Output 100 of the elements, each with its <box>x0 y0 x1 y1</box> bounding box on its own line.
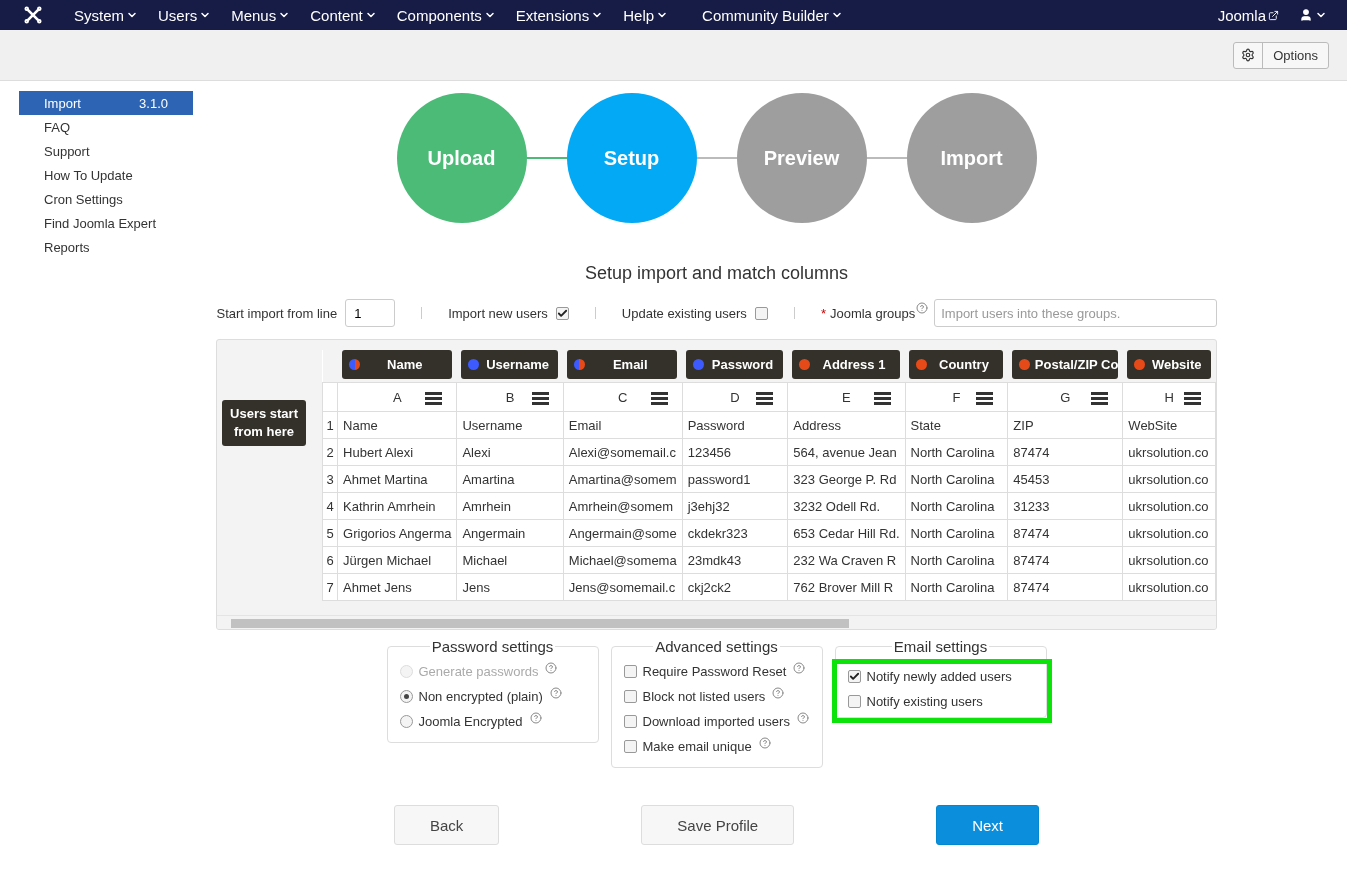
help-icon[interactable] <box>549 687 562 699</box>
action-button[interactable]: Back <box>394 805 500 845</box>
checkbox[interactable] <box>754 306 768 320</box>
section-heading: Setup import and match columns <box>584 263 849 284</box>
nav-menu[interactable]: Extensions <box>505 6 614 24</box>
nav-menu[interactable]: Help <box>613 6 679 24</box>
step-circle: Setup <box>566 93 697 223</box>
table-cell: Address <box>787 411 906 439</box>
nav-menu[interactable]: Community Builder <box>692 6 853 24</box>
table-cell: j3ehj32 <box>682 492 788 520</box>
nav-menu[interactable]: Content <box>300 6 387 24</box>
menu-icon[interactable] <box>425 390 443 405</box>
table-cell: Jens@somemail.c <box>563 573 683 601</box>
table-cell: Jürgen Michael <box>337 546 457 574</box>
table-cell: North Carolina <box>905 519 1008 547</box>
checkbox[interactable] <box>555 306 569 320</box>
groups-input[interactable]: Import users into these groups. <box>934 299 1217 327</box>
table-cell: 123456 <box>682 438 788 466</box>
table-cell: North Carolina <box>905 546 1008 574</box>
table-cell: Name <box>337 411 457 439</box>
action-button[interactable]: Next <box>936 805 1039 845</box>
user-icon <box>1299 8 1313 22</box>
column-mapping-tag[interactable]: Password <box>686 350 783 379</box>
table-cell: Password <box>682 411 788 439</box>
table-cell: WebSite <box>1122 411 1216 439</box>
table-cell: Grigorios Angerma <box>337 519 457 547</box>
option-label[interactable]: Notify newly added users <box>847 664 1033 689</box>
sidebar-item[interactable]: Import 3.1.0 <box>19 91 193 115</box>
option-label[interactable]: Non encrypted (plain) <box>399 684 586 709</box>
menu-icon[interactable] <box>1184 390 1201 405</box>
nav-menu[interactable]: Components <box>386 6 506 24</box>
table-cell: 87474 <box>1007 438 1123 466</box>
help-icon[interactable] <box>529 712 542 724</box>
table-cell: North Carolina <box>905 465 1008 493</box>
field-label: Import new users <box>448 305 548 321</box>
column-mapping-tag[interactable]: Postal/ZIP Co <box>1011 350 1118 379</box>
radio-button[interactable] <box>399 690 413 703</box>
table-cell: North Carolina <box>905 573 1008 601</box>
column-mapping-tag[interactable]: Email <box>567 350 678 379</box>
sidebar-item[interactable]: Find Joomla Expert <box>19 211 193 235</box>
field-label: Update existing users <box>621 305 747 321</box>
checkbox[interactable] <box>623 665 637 678</box>
nav-menu[interactable]: Users <box>148 6 222 24</box>
checkbox[interactable] <box>847 695 861 708</box>
option-label[interactable]: Require Password Reset <box>623 659 810 684</box>
table-cell: ckdekr323 <box>682 519 788 547</box>
site-link[interactable]: Joomla <box>1207 6 1289 24</box>
checkbox[interactable] <box>623 740 637 753</box>
table-cell: North Carolina <box>905 438 1008 466</box>
help-icon[interactable] <box>793 662 806 674</box>
column-mapping-tag[interactable]: Country <box>909 350 1003 379</box>
sidebar-item[interactable]: Cron Settings <box>19 187 193 211</box>
radio-button[interactable] <box>399 715 413 728</box>
table-cell: Kathrin Amrhein <box>337 492 457 520</box>
menu-icon[interactable] <box>873 390 891 405</box>
column-mapping-tag[interactable]: Address 1 <box>791 350 901 379</box>
sidebar-item[interactable]: Support <box>19 139 193 163</box>
column-header: F <box>905 382 1008 412</box>
options-button[interactable]: Options <box>1233 41 1329 69</box>
table-cell: 45453 <box>1007 465 1123 493</box>
option-label[interactable]: Make email unique <box>623 734 810 759</box>
option-label[interactable]: Notify existing users <box>847 689 1033 714</box>
scrollbar[interactable] <box>217 615 1216 629</box>
checkbox[interactable] <box>847 670 861 683</box>
field-label: Joomla groups <box>829 305 916 321</box>
row-number: 3 <box>322 465 338 493</box>
column-header: C <box>563 382 683 412</box>
step-circle: Upload <box>396 93 527 223</box>
column-mapping-tag[interactable]: Username <box>460 350 559 379</box>
menu-icon[interactable] <box>976 390 994 405</box>
sidebar-item[interactable]: Reports <box>19 235 193 259</box>
table-cell: Michael <box>456 546 564 574</box>
option-label[interactable]: Block not listed users <box>623 684 810 709</box>
action-button[interactable]: Save Profile <box>641 805 795 845</box>
logo-icon[interactable] <box>24 6 42 24</box>
table-cell: 232 Wa Craven R <box>787 546 906 574</box>
start-line-input[interactable]: 1 <box>345 299 396 327</box>
help-icon[interactable] <box>758 737 771 749</box>
menu-icon[interactable] <box>756 390 774 405</box>
menu-icon[interactable] <box>1091 390 1109 405</box>
nav-menu[interactable]: Menus <box>221 6 301 24</box>
help-icon[interactable] <box>916 302 929 314</box>
menu-icon[interactable] <box>531 390 549 405</box>
row-number: 6 <box>322 546 338 574</box>
option-label[interactable]: Joomla Encrypted <box>399 709 586 734</box>
checkbox[interactable] <box>623 715 637 728</box>
checkbox[interactable] <box>623 690 637 703</box>
column-header: E <box>787 382 906 412</box>
sidebar-item[interactable]: FAQ <box>19 115 193 139</box>
column-header: A <box>337 382 457 412</box>
help-icon[interactable] <box>772 687 785 699</box>
help-icon[interactable] <box>796 712 809 724</box>
row-number: 5 <box>322 519 338 547</box>
column-mapping-tag[interactable]: Website <box>1126 350 1211 379</box>
version-label: 3.1.0 <box>139 95 168 111</box>
sidebar-item[interactable]: How To Update <box>19 163 193 187</box>
nav-menu[interactable]: System <box>64 6 148 24</box>
menu-icon[interactable] <box>650 390 668 405</box>
column-mapping-tag[interactable]: Name <box>341 350 452 379</box>
option-label[interactable]: Download imported users <box>623 709 810 734</box>
